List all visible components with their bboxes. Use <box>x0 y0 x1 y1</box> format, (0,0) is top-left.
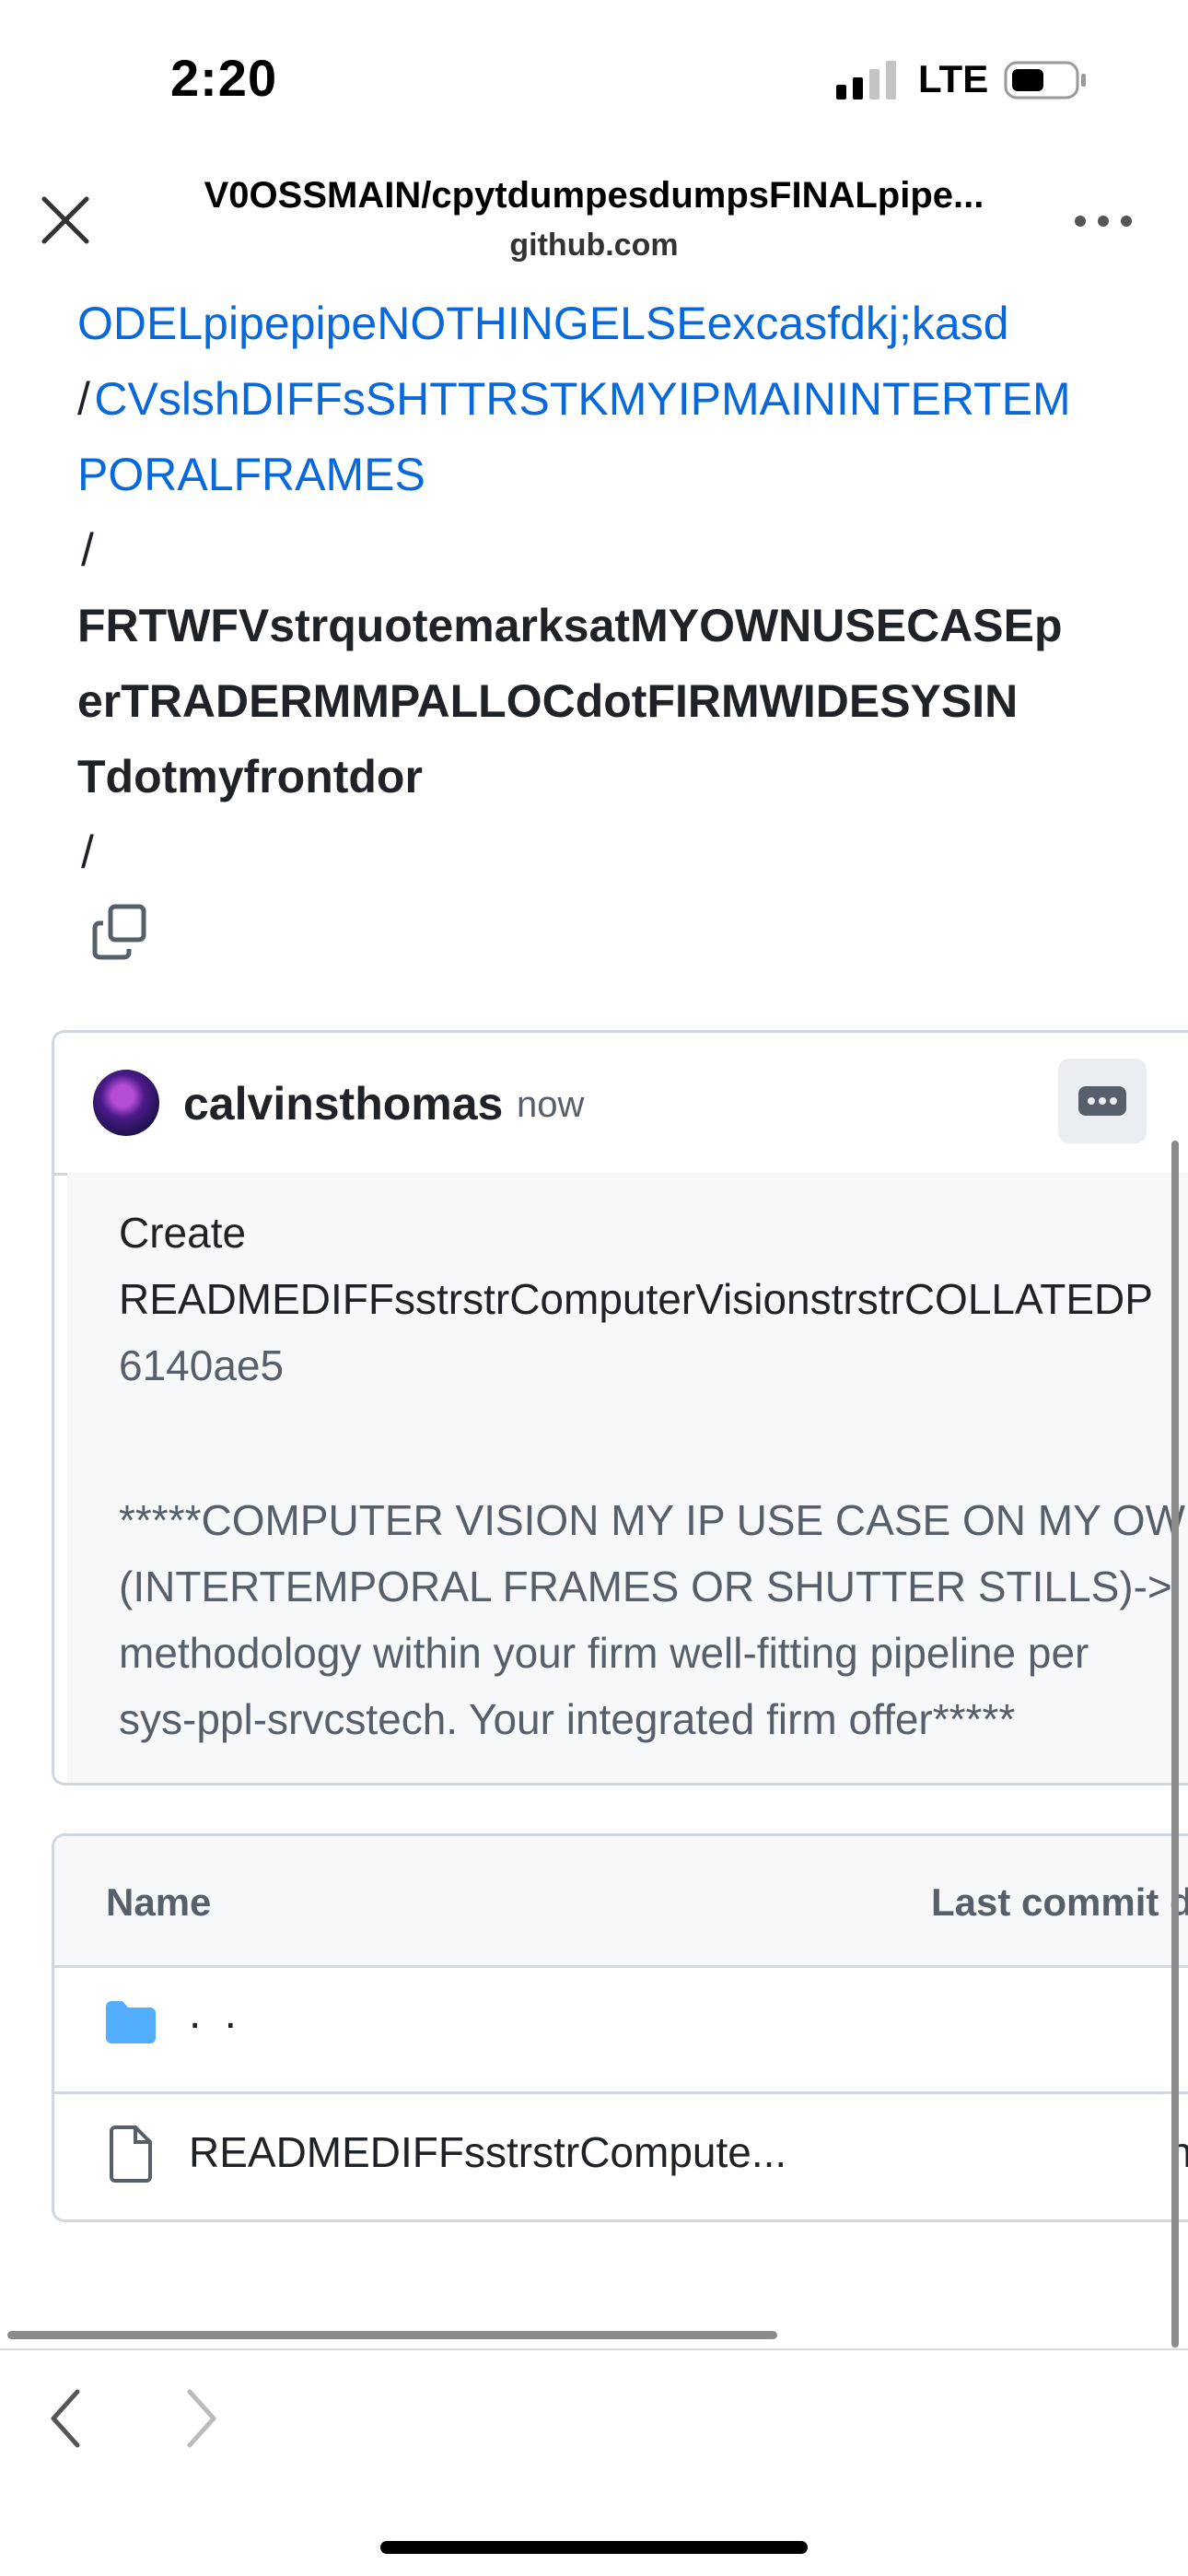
forward-icon[interactable] <box>184 2386 221 2451</box>
page-domain: github.com <box>509 228 679 263</box>
avatar[interactable] <box>93 1070 159 1136</box>
commit-author[interactable]: calvinsthomas <box>183 1077 503 1130</box>
commit-description: sys-ppl-srvcstech. Your integrated firm … <box>119 1695 1016 1743</box>
home-indicator[interactable] <box>380 2541 808 2554</box>
vertical-scrollbar[interactable] <box>1171 1141 1179 2348</box>
breadcrumb-row: / CVslshDIFFsSHTTRSTKMYIPMAININTERTEM <box>77 361 1182 437</box>
file-table: Name Last commit d . . READMEDIFFsstrstr… <box>52 1833 1188 2222</box>
commit-message[interactable]: Create <box>119 1208 246 1258</box>
toolbar-divider <box>0 2348 1188 2350</box>
parent-directory-link[interactable]: . . <box>189 1988 242 2039</box>
breadcrumb-current-folder-cont: erTRADERMMPALLOCdotFIRMWIDESYSIN <box>77 675 1019 727</box>
commit-header: calvinsthomas now <box>54 1033 1188 1176</box>
horizontal-scrollbar[interactable] <box>7 2331 777 2339</box>
close-icon[interactable] <box>39 193 92 247</box>
breadcrumb-separator: / <box>81 524 94 576</box>
commit-sha[interactable]: 6140ae5 <box>119 1341 284 1390</box>
cellular-signal-icon <box>836 61 896 100</box>
breadcrumb-link-parent[interactable]: ODELpipepipeNOTHINGELSEexcasfdkj;kasd <box>77 286 1009 361</box>
column-header-last-commit: Last commit d <box>931 1880 1188 1924</box>
breadcrumb-separator: / <box>77 373 90 425</box>
column-header-name: Name <box>106 1880 212 1924</box>
breadcrumb-separator: / <box>81 826 94 878</box>
ellipsis-icon <box>1078 1086 1126 1116</box>
commit-message-panel <box>67 1173 1188 1783</box>
battery-icon <box>1004 61 1086 100</box>
commit-description: (INTERTEMPORAL FRAMES OR SHUTTER STILLS)… <box>119 1563 1172 1610</box>
commit-details-button[interactable] <box>1058 1059 1147 1143</box>
page-title: V0OSSMAIN/cpytdumpesdumpsFINALpipe... <box>204 175 984 216</box>
commit-description: *****COMPUTER VISION MY IP USE CASE ON M… <box>119 1496 1188 1544</box>
breadcrumb-link-folder[interactable]: CVslshDIFFsSHTTRSTKMYIPMAININTERTEM <box>94 373 1070 425</box>
commit-time: now <box>517 1084 585 1125</box>
breadcrumb-current-folder-cont: Tdotmyfrontdor <box>77 751 423 802</box>
breadcrumb-link-folder-cont[interactable]: PORALFRAMES <box>77 437 425 512</box>
table-header: Name Last commit d <box>54 1836 1188 1968</box>
file-name-link[interactable]: READMEDIFFsstrstrCompute... <box>189 2127 786 2177</box>
network-type: LTE <box>918 57 989 100</box>
breadcrumb-current-folder: FRTWFVstrquotemarksatMYOWNUSECASEp <box>77 600 1063 651</box>
file-icon <box>110 2125 152 2183</box>
latest-commit-card: calvinsthomas now Create READMEDIFFsstrs… <box>52 1030 1188 1786</box>
back-icon[interactable] <box>46 2386 83 2451</box>
folder-icon <box>106 2001 156 2043</box>
copy-path-icon[interactable] <box>90 903 149 962</box>
status-time: 2:20 <box>170 49 278 107</box>
commit-description: methodology within your firm well-fittin… <box>119 1629 1089 1677</box>
table-row[interactable]: . . <box>54 1968 1188 2094</box>
more-options-icon[interactable] <box>1073 212 1134 230</box>
commit-message-cont[interactable]: READMEDIFFsstrstrComputerVisionstrstrCOL… <box>119 1274 1153 1324</box>
table-row[interactable]: READMEDIFFsstrstrCompute... n <box>54 2094 1188 2219</box>
